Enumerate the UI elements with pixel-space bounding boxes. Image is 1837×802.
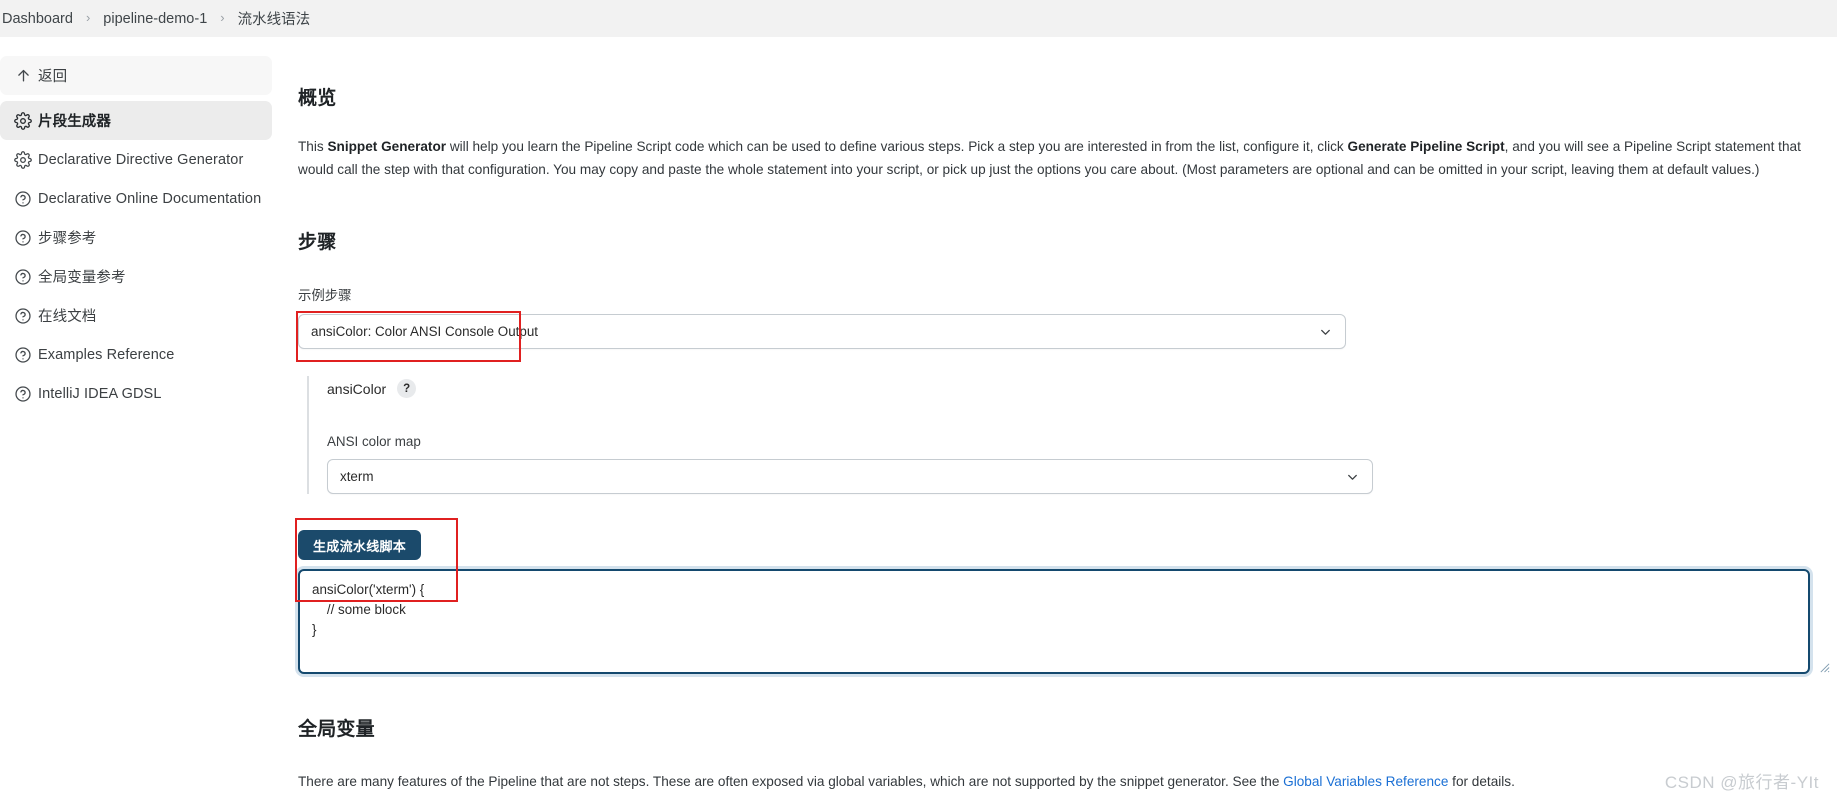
ansicolor-title-text: ansiColor: [327, 380, 387, 397]
sidebar-item-label: IntelliJ IDEA GDSL: [38, 385, 162, 402]
sidebar-item-label: 返回: [38, 69, 68, 85]
ansi-color-map-value: xterm: [340, 469, 374, 484]
sidebar-item-intellij-idea-gdsl[interactable]: IntelliJ IDEA GDSL: [0, 374, 272, 413]
sidebar-item-declarative-online-documentation[interactable]: Declarative Online Documentation: [0, 179, 272, 218]
overview-bold-snippet-generator: Snippet Generator: [327, 139, 447, 154]
ansicolor-block-title: ansiColor ?: [327, 379, 1837, 398]
question-icon: [8, 385, 38, 403]
ansicolor-config-block: ansiColor ? ANSI color map xterm: [307, 376, 1837, 494]
breadcrumb: Dashboard › pipeline-demo-1 › 流水线语法: [0, 0, 1837, 37]
overview-text-2: will help you learn the Pipeline Script …: [446, 139, 1348, 154]
generate-pipeline-script-button[interactable]: 生成流水线脚本: [298, 530, 422, 560]
sidebar-item-online-docs[interactable]: 在线文档: [0, 296, 272, 335]
sidebar-item-label: 步骤参考: [38, 231, 97, 247]
breadcrumb-item-pipeline-demo-1[interactable]: pipeline-demo-1: [103, 11, 207, 27]
chevron-down-icon: [1345, 469, 1360, 484]
breadcrumb-separator-icon: ›: [220, 10, 225, 25]
sidebar: 返回 片段生成器 Declarative Directive Generator…: [0, 37, 272, 413]
ansi-color-map-label: ANSI color map: [327, 434, 421, 449]
sidebar-item-global-variables-reference[interactable]: 全局变量参考: [0, 257, 272, 296]
sidebar-item-label: 全局变量参考: [38, 270, 126, 286]
question-icon: [8, 307, 38, 325]
generated-script-wrapper: [298, 569, 1837, 677]
arrow-up-icon: [8, 67, 38, 84]
global-variables-paragraph: There are many features of the Pipeline …: [298, 771, 1810, 794]
global-variables-text-1: There are many features of the Pipeline …: [298, 774, 1284, 789]
sidebar-item-label: 片段生成器: [38, 114, 111, 130]
overview-section: 概览 This Snippet Generator will help you …: [298, 83, 1837, 181]
sidebar-item-label: Examples Reference: [38, 346, 175, 363]
main-content: 概览 This Snippet Generator will help you …: [272, 37, 1837, 794]
sidebar-item-declarative-directive-generator[interactable]: Declarative Directive Generator: [0, 140, 272, 179]
breadcrumb-item-dashboard[interactable]: Dashboard: [2, 11, 73, 27]
sidebar-item-label: Declarative Online Documentation: [38, 190, 262, 207]
question-icon: [8, 268, 38, 286]
breadcrumb-separator-icon: ›: [85, 10, 91, 25]
global-variables-section: 全局变量 There are many features of the Pipe…: [298, 714, 1837, 794]
overview-text-1: This: [298, 139, 328, 154]
global-variables-reference-link[interactable]: Global Variables Reference: [1283, 774, 1448, 789]
gear-icon: [8, 150, 38, 169]
overview-heading: 概览: [298, 88, 337, 109]
sidebar-item-steps-reference[interactable]: 步骤参考: [0, 218, 272, 257]
sidebar-item-label: Declarative Directive Generator: [38, 151, 244, 168]
sample-step-label: 示例步骤: [298, 288, 352, 303]
global-variables-text-2: for details.: [1448, 774, 1515, 789]
sidebar-item-label: 在线文档: [38, 309, 97, 325]
question-icon: [8, 190, 38, 208]
steps-section: 步骤 示例步骤 ansiColor: Color ANSI Console Ou…: [298, 227, 1837, 677]
help-icon[interactable]: ?: [397, 379, 417, 398]
sidebar-item-examples-reference[interactable]: Examples Reference: [0, 335, 272, 374]
chevron-down-icon: [1318, 324, 1333, 339]
global-variables-heading: 全局变量: [298, 719, 375, 740]
generated-script-textarea[interactable]: [298, 569, 1810, 674]
breadcrumb-item-pipeline-syntax[interactable]: 流水线语法: [238, 8, 311, 29]
overview-paragraph: This Snippet Generator will help you lea…: [298, 136, 1810, 181]
sidebar-item-back[interactable]: 返回: [0, 56, 272, 95]
ansi-color-map-select[interactable]: xterm: [327, 459, 1373, 494]
question-icon: [8, 346, 38, 364]
steps-heading: 步骤: [298, 232, 337, 253]
gear-icon: [8, 111, 38, 130]
sample-step-select-value: ansiColor: Color ANSI Console Output: [311, 324, 539, 339]
watermark: CSDN @旅行者-YIt: [1664, 773, 1819, 792]
resize-handle-icon[interactable]: [1819, 660, 1830, 673]
question-icon: [8, 229, 38, 247]
overview-bold-generate-pipeline-script: Generate Pipeline Script: [1347, 139, 1505, 154]
sample-step-select[interactable]: ansiColor: Color ANSI Console Output: [298, 314, 1346, 349]
sidebar-item-snippet-generator[interactable]: 片段生成器: [0, 101, 272, 140]
